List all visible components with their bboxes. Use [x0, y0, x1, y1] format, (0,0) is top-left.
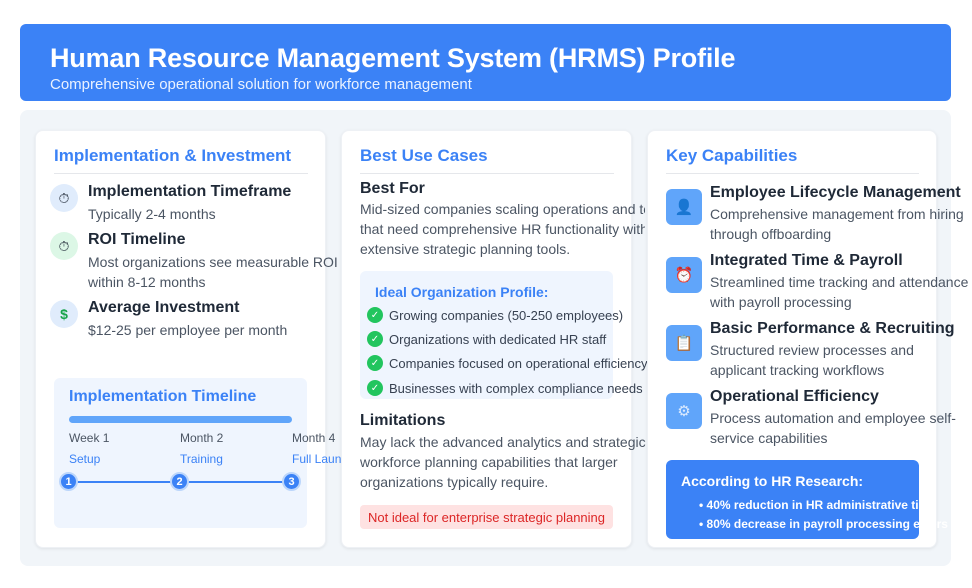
use-cases-card-title: Best Use Cases [360, 146, 614, 174]
capability-heading: Basic Performance & Recruiting [710, 320, 955, 337]
list-item: ✓ Growing companies (50-250 employees) [367, 307, 623, 323]
text-line: organizations typically require. [360, 474, 549, 490]
page-subtitle: Comprehensive operational solution for w… [50, 76, 472, 93]
timeline-marker: 3 [282, 472, 301, 491]
research-stat: • 80% decrease in payroll processing err… [699, 517, 948, 531]
list-item-label: Businesses with complex compliance needs [389, 380, 643, 396]
capability-text: Comprehensive management from hiring thr… [710, 206, 964, 242]
timeline-title: Implementation Timeline [69, 388, 257, 405]
list-item-label: Companies focused on operational efficie… [389, 355, 648, 371]
capability-heading: Operational Efficiency [710, 388, 879, 405]
capability-text: Structured review processes and applican… [710, 342, 914, 378]
check-icon: ✓ [367, 355, 383, 371]
item-heading: Average Investment [88, 299, 240, 316]
ideal-profile-box: Ideal Organization Profile: ✓ Growing co… [360, 271, 647, 399]
timeline-progress-bar [69, 416, 292, 423]
research-title: According to HR Research: [681, 473, 864, 489]
limitations-text: May lack the advanced analytics and stra… [360, 432, 660, 492]
limitations-heading: Limitations [360, 412, 446, 429]
implementation-timeline: Implementation Timeline Week 1 Setup Mon… [54, 378, 354, 528]
step-when: Week 1 [69, 431, 110, 445]
page-title: Human Resource Management System (HRMS) … [50, 43, 736, 73]
timeline-step: Week 1 Setup [69, 431, 109, 466]
step-what: Setup [69, 452, 101, 466]
step-when: Month 2 [180, 431, 224, 445]
timeline-marker: 1 [59, 472, 78, 491]
page-header: Human Resource Management System (HRMS) … [20, 24, 951, 101]
implementation-card: Implementation & Investment ⏱ Implementa… [35, 130, 354, 548]
best-for-heading: Best For [360, 180, 425, 197]
text-line: Mid-sized companies scaling operations a… [360, 201, 645, 217]
capability-text: Streamlined time tracking and attendance… [710, 274, 969, 310]
timeline-step: Month 2 Training [180, 431, 223, 466]
stopwatch-icon: ⏱ [50, 184, 78, 212]
use-cases-card: Best Use Cases Best For Mid-sized compan… [341, 130, 647, 548]
text-line: workforce planning capabilities that lar… [360, 454, 618, 470]
research-callout: According to HR Research: • 40% reductio… [666, 460, 948, 539]
capability-text: Process automation and employee self-ser… [710, 410, 956, 446]
best-for-text: Mid-sized companies scaling operations a… [360, 199, 645, 259]
check-icon: ✓ [367, 307, 383, 323]
list-item: ✓ Companies focused on operational effic… [367, 355, 647, 371]
check-icon: ✓ [367, 331, 383, 347]
text-line: May lack the advanced analytics and stra… [360, 434, 646, 450]
check-icon: ✓ [367, 380, 383, 396]
list-item: ✓ Organizations with dedicated HR staff [367, 331, 606, 347]
ideal-profile-title: Ideal Organization Profile: [375, 284, 549, 300]
capability-heading: Integrated Time & Payroll [710, 252, 903, 269]
clipboard-icon: 📋 [666, 325, 702, 361]
limitation-warning-badge: Not ideal for enterprise strategic plann… [360, 505, 613, 529]
text-line: that need comprehensive HR functionality… [360, 221, 645, 237]
item-heading: Implementation Timeframe [88, 183, 292, 200]
list-item: ✓ Businesses with complex compliance nee… [367, 380, 643, 396]
capabilities-card-title: Key Capabilities [666, 146, 919, 174]
timeline-marker: 2 [170, 472, 189, 491]
list-item-label: Organizations with dedicated HR staff [389, 331, 607, 347]
alarm-clock-icon: ⏰ [666, 257, 702, 293]
text-line: extensive strategic planning tools. [360, 241, 571, 257]
item-text: $12-25 per employee per month [88, 322, 288, 338]
person-icon: 👤 [666, 189, 702, 225]
item-text: Typically 2-4 months [88, 206, 216, 222]
research-stat: • 40% reduction in HR administrative tim… [699, 498, 936, 512]
dollar-icon: $ [50, 300, 78, 328]
step-what: Training [180, 452, 223, 466]
implementation-card-title: Implementation & Investment [54, 146, 308, 174]
capabilities-card: Key Capabilities 👤 Employee Lifecycle Ma… [647, 130, 968, 548]
capability-heading: Employee Lifecycle Management [710, 184, 961, 201]
gear-icon: ⚙ [666, 393, 702, 429]
stopwatch-icon: ⏱ [50, 232, 78, 260]
item-heading: ROI Timeline [88, 231, 186, 248]
item-text: Most organizations see measurable ROI wi… [88, 254, 338, 290]
list-item-label: Growing companies (50-250 employees) [389, 307, 624, 323]
